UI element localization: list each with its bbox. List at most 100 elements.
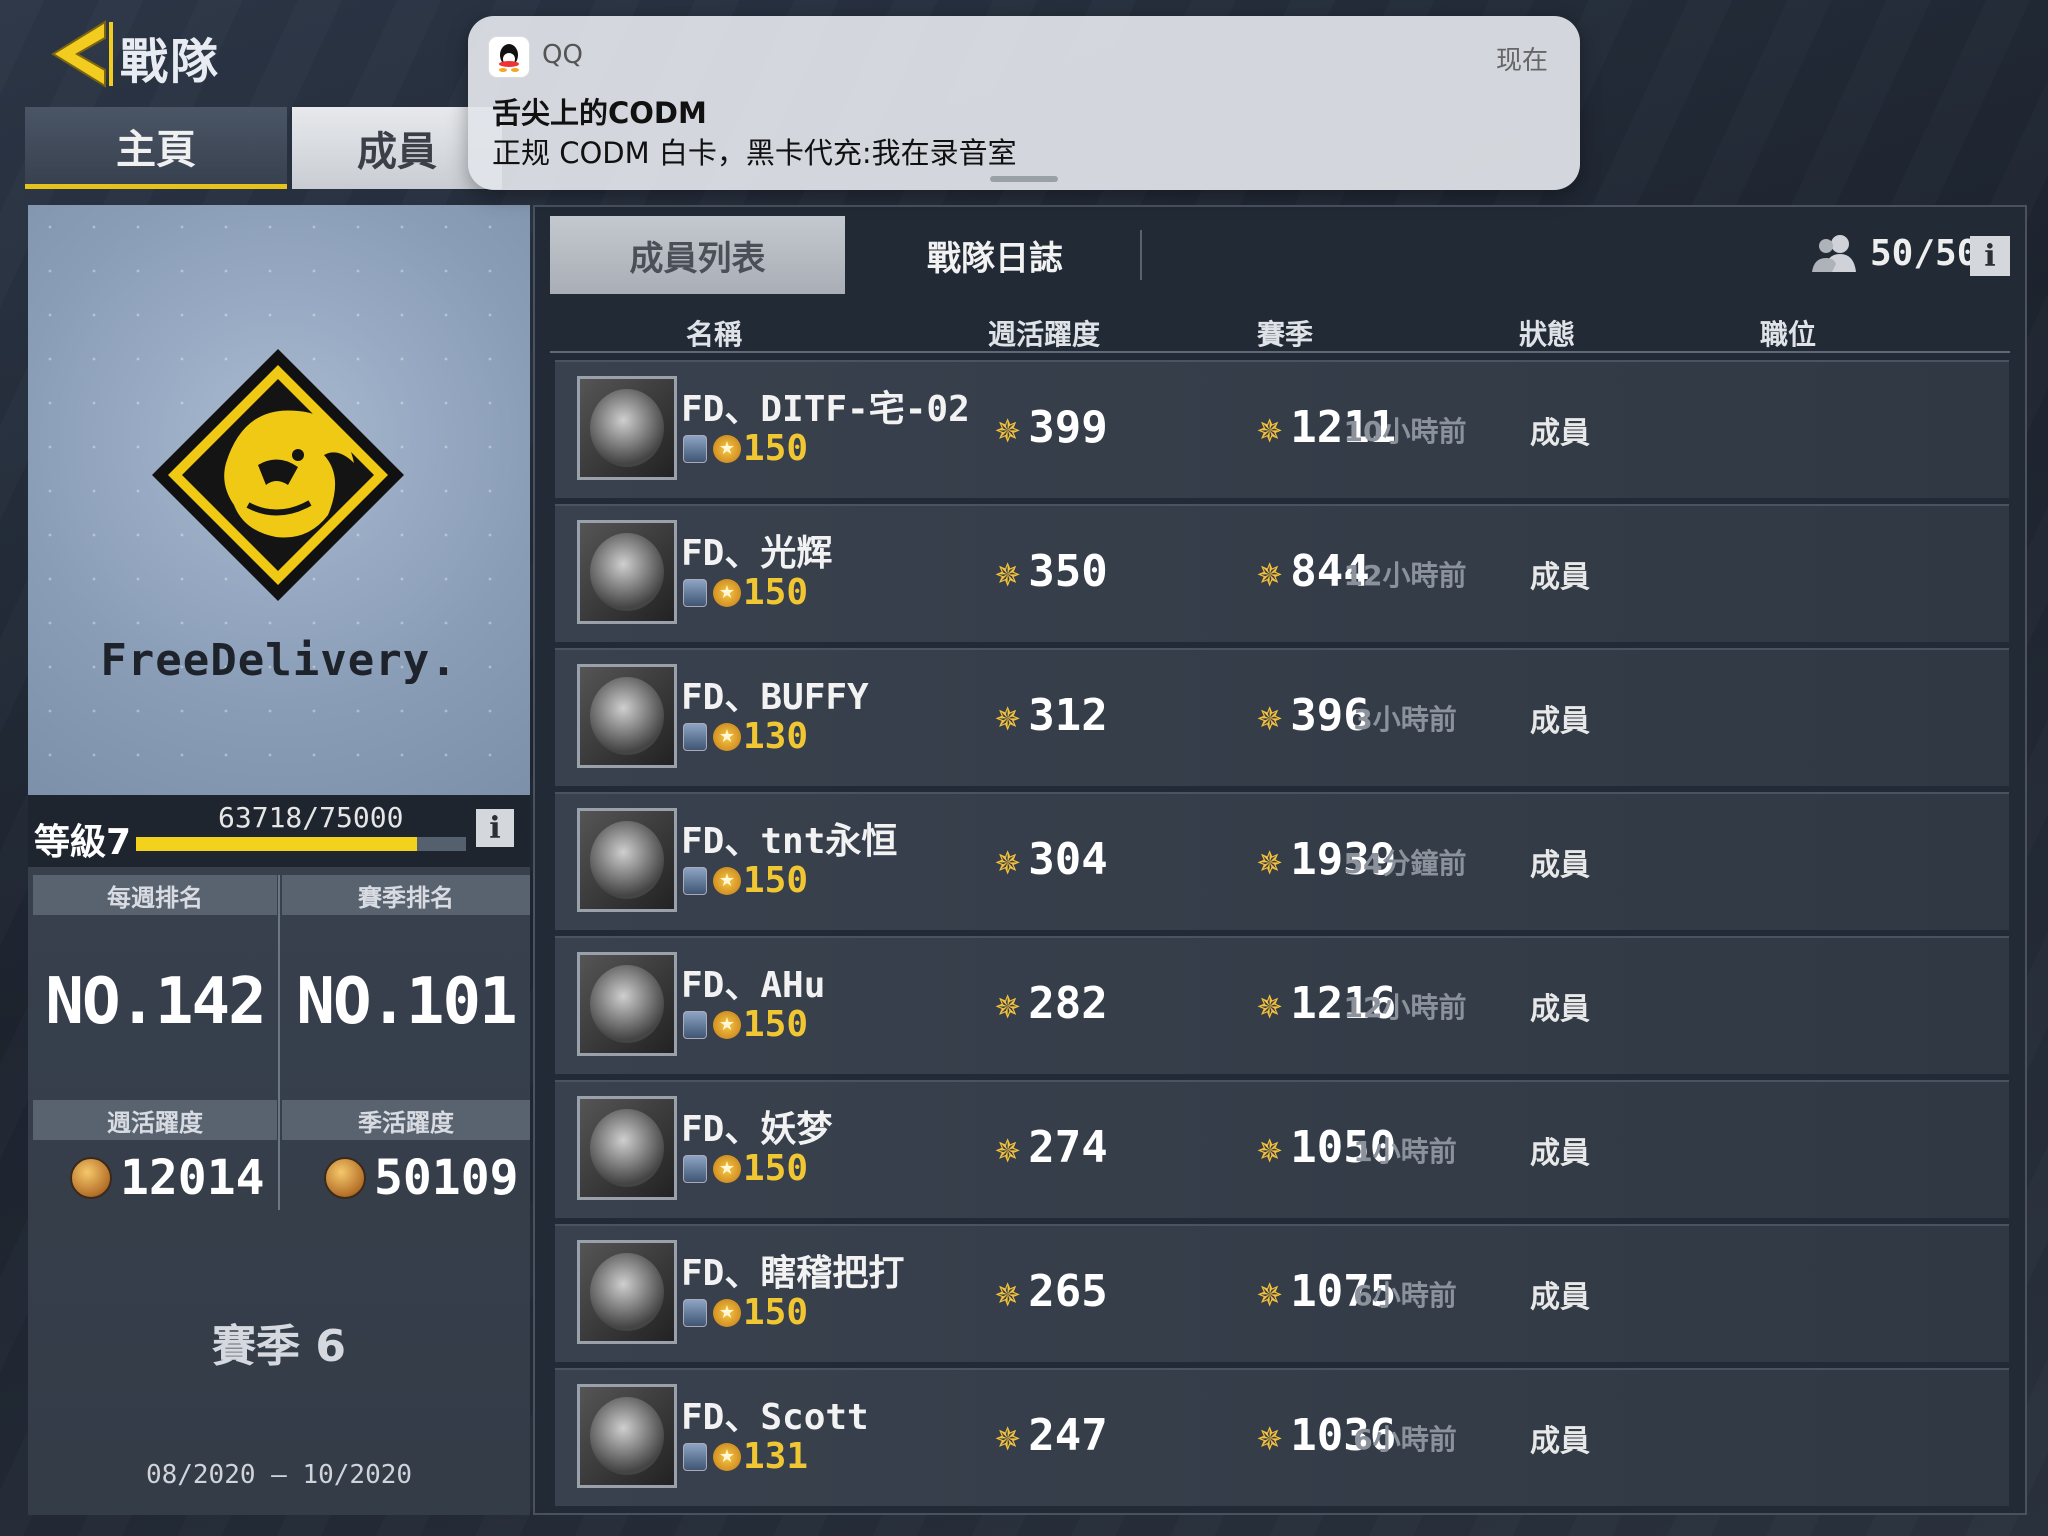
star-icon: ✵	[995, 1123, 1021, 1172]
weekly-activity-row: 12014	[70, 1150, 265, 1206]
weekly-activity-value: 399	[1028, 402, 1108, 453]
coin-icon	[324, 1157, 366, 1199]
avatar[interactable]	[577, 1096, 677, 1200]
notification-title: 舌尖上的CODM	[492, 96, 707, 130]
weekly-activity-value: 350	[1028, 546, 1108, 597]
column-header-season: 賽季	[1256, 318, 1314, 351]
rank-badge-icon	[683, 722, 707, 751]
member-table-header: 名稱 週活躍度 賽季 狀態 職位	[550, 305, 2010, 353]
avatar[interactable]	[577, 808, 677, 912]
weekly-rank-label: 每週排名	[33, 875, 277, 915]
table-row[interactable]: FD、BUFFY ★ 130 ✵ 312 ✵ 396 3小時前 成員	[555, 648, 2009, 786]
avatar[interactable]	[577, 376, 677, 480]
team-emblem-lion	[152, 349, 404, 601]
member-name: FD、Scott	[681, 1397, 869, 1438]
table-row[interactable]: FD、妖梦 ★ 150 ✵ 274 ✵ 1050 1小時前 成員	[555, 1080, 2009, 1218]
star-icon: ✵	[995, 691, 1021, 740]
avatar-image	[590, 1397, 664, 1475]
star-icon: ✵	[995, 1411, 1021, 1460]
weekly-activity-value: 304	[1028, 834, 1108, 885]
star-icon: ✵	[995, 547, 1021, 596]
member-name: FD、BUFFY	[681, 677, 869, 718]
page-title: 戰隊	[120, 34, 221, 90]
rank-badge-icon	[683, 578, 707, 607]
member-level-row: ★ 150	[683, 572, 808, 613]
star-icon: ✵	[1257, 1411, 1283, 1460]
star-icon: ✵	[1257, 1267, 1283, 1316]
column-header-status: 狀態	[1518, 318, 1576, 351]
rank-badge-icon	[683, 866, 707, 895]
weekly-activity-cell: ✵ 247	[995, 1410, 1108, 1461]
stats-divider	[278, 875, 280, 1210]
star-icon: ★	[713, 722, 741, 751]
avatar[interactable]	[577, 1384, 677, 1488]
level-progress-track	[136, 837, 466, 851]
star-icon: ✵	[995, 979, 1021, 1028]
table-row[interactable]: FD、Scott ★ 131 ✵ 247 ✵ 1036 6小時前 成員	[555, 1368, 2009, 1506]
member-status: 6小時前	[1353, 1423, 1457, 1456]
back-arrow-icon[interactable]	[45, 18, 115, 90]
weekly-activity-cell: ✵ 399	[995, 402, 1108, 453]
star-icon: ★	[713, 434, 741, 463]
member-name: FD、tnt永恒	[681, 821, 898, 862]
table-row[interactable]: FD、光辉 ★ 150 ✵ 350 ✵ 844 12小時前 成員	[555, 504, 2009, 642]
rank-badge-icon	[683, 1154, 707, 1183]
avatar[interactable]	[577, 520, 677, 624]
season-activity-value: 50109	[374, 1150, 519, 1206]
star-icon: ✵	[1257, 547, 1283, 596]
weekly-activity-cell: ✵ 304	[995, 834, 1108, 885]
table-row[interactable]: FD、tnt永恒 ★ 150 ✵ 304 ✵ 1939 54分鐘前 成員	[555, 792, 2009, 930]
avatar-image	[590, 1109, 664, 1187]
tab-home[interactable]: 主頁	[25, 107, 287, 189]
table-row[interactable]: FD、AHu ★ 150 ✵ 282 ✵ 1216 12小時前 成員	[555, 936, 2009, 1074]
member-name: FD、瞎稽把打	[681, 1253, 905, 1294]
coin-icon	[70, 1157, 112, 1199]
member-status: 3小時前	[1353, 703, 1457, 736]
avatar-image	[590, 965, 664, 1043]
member-level-row: ★ 131	[683, 1436, 808, 1477]
star-icon: ✵	[1257, 691, 1283, 740]
member-role: 成員	[1530, 1424, 1590, 1459]
star-icon: ✵	[995, 835, 1021, 884]
season-rank-label: 賽季排名	[282, 875, 530, 915]
team-name: FreeDelivery.	[100, 635, 458, 686]
team-emblem-area: FreeDelivery.	[28, 205, 530, 795]
star-icon: ★	[713, 1010, 741, 1039]
star-icon: ✵	[1257, 403, 1283, 452]
star-icon: ✵	[1257, 1123, 1283, 1172]
avatar[interactable]	[577, 952, 677, 1056]
member-level: 130	[743, 716, 809, 757]
avatar-image	[590, 389, 664, 467]
avatar-image	[590, 677, 664, 755]
member-role: 成員	[1530, 704, 1590, 739]
level-progress-text: 63718/75000	[218, 801, 404, 834]
member-name: FD、DITF-宅-02	[681, 389, 970, 430]
table-row[interactable]: FD、DITF-宅-02 ★ 150 ✵ 399 ✵ 1211 10小時前 成員	[555, 360, 2009, 498]
table-row[interactable]: FD、瞎稽把打 ★ 150 ✵ 265 ✵ 1075 6小時前 成員	[555, 1224, 2009, 1362]
info-icon[interactable]: i	[1970, 236, 2010, 276]
avatar[interactable]	[577, 664, 677, 768]
member-level-row: ★ 150	[683, 1292, 808, 1333]
member-level: 131	[743, 1436, 809, 1477]
notification-grabber[interactable]	[990, 176, 1058, 182]
member-level: 150	[743, 860, 809, 901]
qq-notification-banner[interactable]: QQ 现在 舌尖上的CODM 正规 CODM 白卡，黑卡代充:我在录音室	[468, 16, 1580, 190]
weekly-activity-value: 12014	[120, 1150, 265, 1206]
weekly-activity-label: 週活躍度	[33, 1100, 277, 1140]
column-header-role: 職位	[1759, 318, 1817, 351]
rank-badge-icon	[683, 434, 707, 463]
member-role: 成員	[1530, 992, 1590, 1027]
member-level-row: ★ 150	[683, 860, 808, 901]
tab-member-list[interactable]: 成員列表	[550, 216, 845, 294]
star-icon: ✵	[995, 1267, 1021, 1316]
tab-team-log[interactable]: 戰隊日誌	[880, 216, 1110, 294]
season-rank-value: NO.101	[296, 965, 517, 1039]
qq-icon	[488, 36, 530, 78]
member-status: 6小時前	[1353, 1279, 1457, 1312]
member-level-row: ★ 150	[683, 1148, 808, 1189]
member-level: 150	[743, 1004, 809, 1045]
member-level: 150	[743, 1148, 809, 1189]
info-icon[interactable]: i	[476, 809, 514, 847]
avatar[interactable]	[577, 1240, 677, 1344]
season-label: 賽季 6	[212, 1321, 346, 1372]
